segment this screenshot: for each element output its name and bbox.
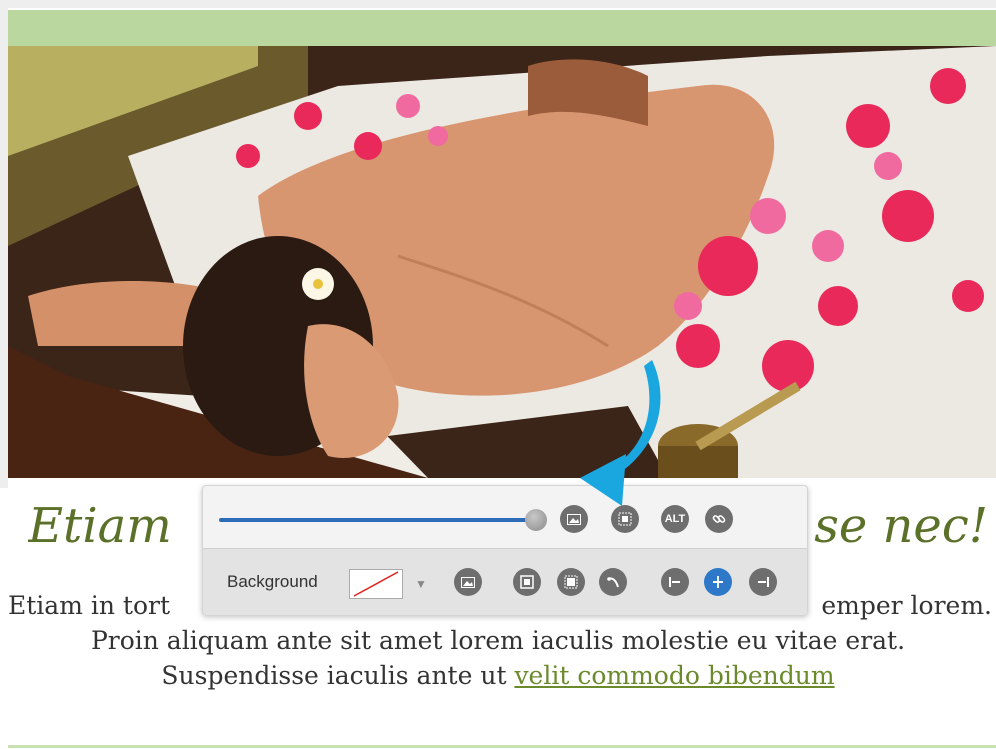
body-line-2: Proin aliquam ante sit amet lorem iaculi…	[90, 626, 906, 655]
background-color-swatch[interactable]	[349, 569, 403, 599]
heading-left: Etiam	[28, 498, 172, 554]
page-frame-left	[0, 8, 8, 488]
align-center-icon[interactable]	[704, 568, 732, 596]
massage-photo-illustration	[8, 46, 996, 478]
body-line-3-text: Suspendisse iaculis ante ut	[161, 661, 515, 690]
pointer-arrow-icon	[560, 358, 670, 512]
border-outer-icon[interactable]	[557, 568, 585, 596]
size-slider-track[interactable]	[219, 518, 537, 522]
hero-image[interactable]	[8, 46, 996, 478]
body-line-1-right: emper lorem.	[821, 591, 992, 620]
background-image-icon[interactable]	[454, 568, 482, 596]
bottom-divider	[8, 745, 996, 748]
header-bar	[8, 10, 996, 46]
chevron-down-icon[interactable]: ▼	[415, 577, 427, 591]
background-label: Background	[227, 572, 318, 591]
body-link[interactable]: velit commodo bibendum	[514, 661, 834, 690]
link-icon[interactable]	[705, 505, 733, 533]
align-left-icon[interactable]	[661, 568, 689, 596]
body-line-3: Suspendisse iaculis ante ut velit commod…	[0, 658, 996, 693]
image-toolbar: ALT Background ▼	[202, 485, 808, 615]
page-frame-top	[0, 0, 996, 8]
curve-icon[interactable]	[599, 568, 627, 596]
align-right-icon[interactable]	[749, 568, 777, 596]
border-inner-icon[interactable]	[513, 568, 541, 596]
heading-right: se nec!	[814, 498, 988, 554]
size-slider-handle[interactable]	[525, 509, 547, 531]
body-line-1-left: Etiam in tort	[8, 591, 170, 620]
